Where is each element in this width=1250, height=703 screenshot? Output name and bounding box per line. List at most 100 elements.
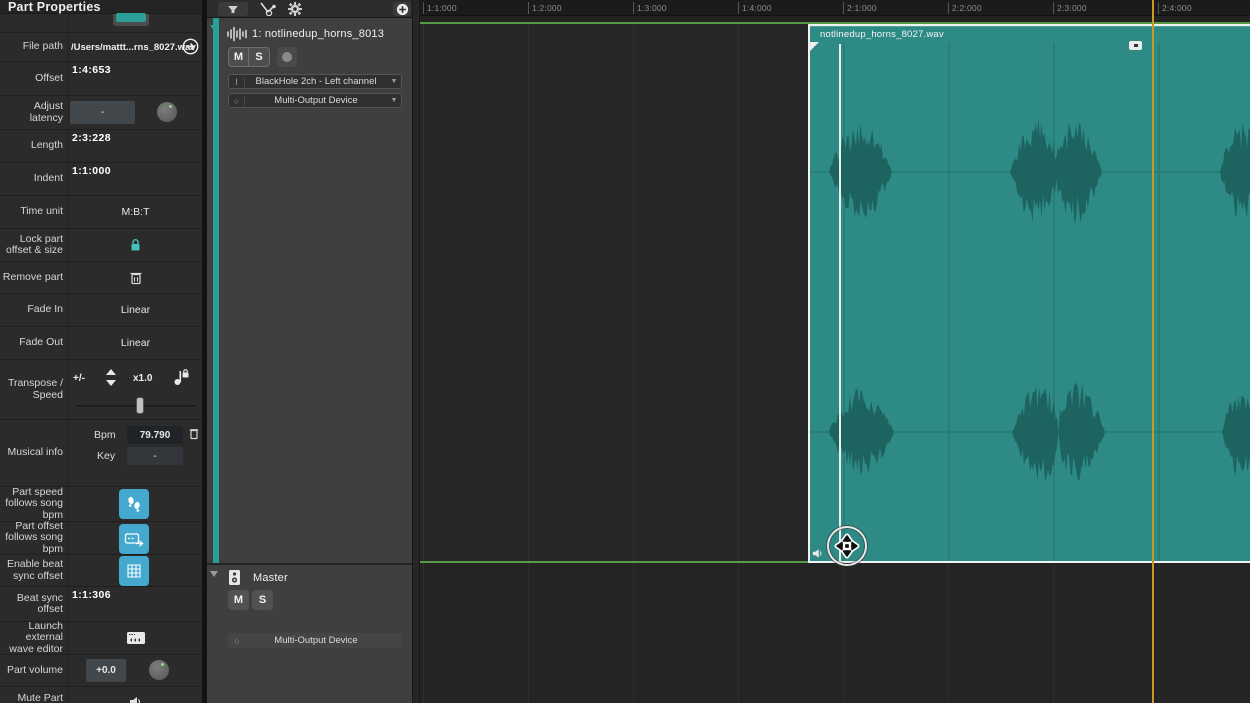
ruler-tick-label: 2:2:000 <box>952 3 982 13</box>
speaker-cabinet-icon <box>228 569 241 586</box>
chevron-down-icon: ▼ <box>387 97 401 104</box>
time-unit-value[interactable]: M:B:T <box>69 196 202 228</box>
routing-button[interactable] <box>255 2 281 16</box>
input-device-dropdown[interactable]: I BlackHole 2ch - Left channel ▼ <box>228 74 402 89</box>
part-badge-icon[interactable] <box>1129 41 1142 50</box>
master-output-dropdown[interactable]: ○ Multi-Output Device <box>228 633 402 648</box>
adjust-latency-knob[interactable] <box>157 102 177 122</box>
wave-editor-icon[interactable] <box>126 631 146 645</box>
trash-icon[interactable] <box>129 270 143 285</box>
solo-button[interactable]: S <box>249 47 270 67</box>
adjust-latency-label: Adjust latency <box>0 96 68 129</box>
row-transpose-speed: Transpose / Speed +/- x1.0 <box>0 360 202 420</box>
bpm-field[interactable]: 79.790 <box>127 426 183 444</box>
part-offset-follows-button[interactable] <box>119 524 149 554</box>
speed-value[interactable]: x1.0 <box>133 373 152 384</box>
part-volume-label: Part volume <box>0 655 68 686</box>
track-master[interactable]: Master M S ○ Multi-Output Device <box>207 565 412 703</box>
bpm-label: Bpm <box>94 429 116 441</box>
offset-arrow-icon <box>124 531 144 547</box>
grid-icon <box>126 563 142 579</box>
chevron-down-icon: ▼ <box>387 78 401 85</box>
part-speed-follows-button[interactable] <box>119 489 149 519</box>
beat-sync-offset-value[interactable]: 1:1:306 <box>72 589 111 601</box>
track-color-strip <box>213 18 219 563</box>
track-name[interactable]: 1: notlinedup_horns_8013 <box>252 28 384 40</box>
part-audition-speaker-icon[interactable] <box>812 548 823 559</box>
ruler-tick-label: 2:3:000 <box>1057 3 1087 13</box>
tracklist-scrollbar-gutter[interactable] <box>412 0 420 703</box>
adjust-latency-field[interactable]: - <box>70 101 135 124</box>
row-length: Length 2:3:228 <box>0 130 202 163</box>
ruler-tick-label: 1:4:000 <box>742 3 772 13</box>
note-lock-icon[interactable] <box>173 367 189 387</box>
fade-in-handle[interactable] <box>810 42 819 51</box>
input-prefix: I <box>229 77 245 87</box>
lock-icon[interactable] <box>129 238 142 252</box>
transpose-plusminus[interactable]: +/- <box>73 373 85 384</box>
master-output-value: Multi-Output Device <box>245 635 387 646</box>
beat-gridline <box>633 563 634 703</box>
row-time-unit: Time unit M:B:T <box>0 196 202 229</box>
part-volume-knob[interactable] <box>149 660 169 680</box>
tracklist-panel: 1: notlinedup_horns_8013 M S I BlackHole… <box>207 0 412 703</box>
bpm-reset-icon[interactable] <box>189 428 199 440</box>
ruler-tick <box>1158 2 1159 14</box>
file-path-value[interactable]: /Users/mattt...rns_8027.wav <box>71 33 196 61</box>
row-fade-in: Fade In Linear <box>0 294 202 327</box>
enable-beat-sync-button[interactable] <box>119 556 149 586</box>
ruler-tick <box>1053 2 1054 14</box>
arranger-area[interactable]: 1:1:0001:2:0001:3:0001:4:0002:1:0002:2:0… <box>420 0 1250 703</box>
beat-gridline <box>948 563 949 703</box>
audio-waveform-icon <box>226 26 248 42</box>
ruler-tick <box>948 2 949 14</box>
beat-gridline <box>843 563 844 703</box>
ruler-tick <box>423 2 424 14</box>
row-part-speed-follows: Part speed follows song bpm <box>0 487 202 522</box>
part-volume-field[interactable]: +0.0 <box>86 659 126 682</box>
row-file-path: File path /Users/mattt...rns_8027.wav <box>0 33 202 62</box>
mute-speaker-icon[interactable] <box>129 696 142 703</box>
part-speed-follows-label: Part speed follows song bpm <box>0 487 68 521</box>
ruler-tick-label: 2:4:000 <box>1162 3 1192 13</box>
beat-gridline <box>423 563 424 703</box>
track-filter-button[interactable] <box>218 2 248 16</box>
track-audio-1[interactable]: 1: notlinedup_horns_8013 M S I BlackHole… <box>207 18 412 563</box>
row-fade-out: Fade Out Linear <box>0 327 202 360</box>
speed-slider-handle[interactable] <box>136 397 144 414</box>
master-collapse-icon[interactable] <box>210 571 218 577</box>
audio-part[interactable]: notlinedup_horns_8027.wav <box>808 24 1250 563</box>
move-cursor <box>824 523 870 569</box>
open-file-icon[interactable] <box>182 38 199 55</box>
master-solo-button[interactable]: S <box>252 590 273 610</box>
time-unit-label: Time unit <box>0 196 68 228</box>
beat-sync-offset-label: Beat sync offset <box>0 587 68 621</box>
playhead[interactable] <box>1152 0 1154 703</box>
timeline-ruler[interactable]: 1:1:0001:2:0001:3:0001:4:0002:1:0002:2:0… <box>420 0 1250 16</box>
ruler-tick <box>738 2 739 14</box>
master-track-name[interactable]: Master <box>253 572 288 584</box>
indent-value[interactable]: 1:1:000 <box>72 165 111 177</box>
mute-button[interactable]: M <box>228 47 249 67</box>
add-track-button[interactable] <box>393 2 411 16</box>
toggle-switch[interactable] <box>113 14 149 26</box>
master-mute-button[interactable]: M <box>228 590 249 610</box>
track-collapse-icon[interactable] <box>210 25 218 31</box>
row-mute-part: Mute Part <box>0 687 202 703</box>
transpose-spinner-icon[interactable] <box>105 368 117 388</box>
fade-out-value[interactable]: Linear <box>69 327 202 359</box>
ruler-tick <box>843 2 844 14</box>
fade-in-value[interactable]: Linear <box>69 294 202 326</box>
row-adjust-latency: Adjust latency - <box>0 96 202 130</box>
key-field[interactable]: - <box>127 447 183 465</box>
record-arm-button[interactable] <box>277 47 297 67</box>
output-device-dropdown[interactable]: ○ Multi-Output Device ▼ <box>228 93 402 108</box>
mute-part-label: Mute Part <box>0 687 68 703</box>
offset-value[interactable]: 1:4:653 <box>72 64 111 76</box>
funnel-down-icon <box>227 5 239 14</box>
settings-button[interactable] <box>285 2 305 16</box>
length-value[interactable]: 2:3:228 <box>72 132 111 144</box>
beat-gridline <box>1158 563 1159 703</box>
remove-part-label: Remove part <box>0 262 68 293</box>
lock-part-label: Lock part offset & size <box>0 229 68 261</box>
